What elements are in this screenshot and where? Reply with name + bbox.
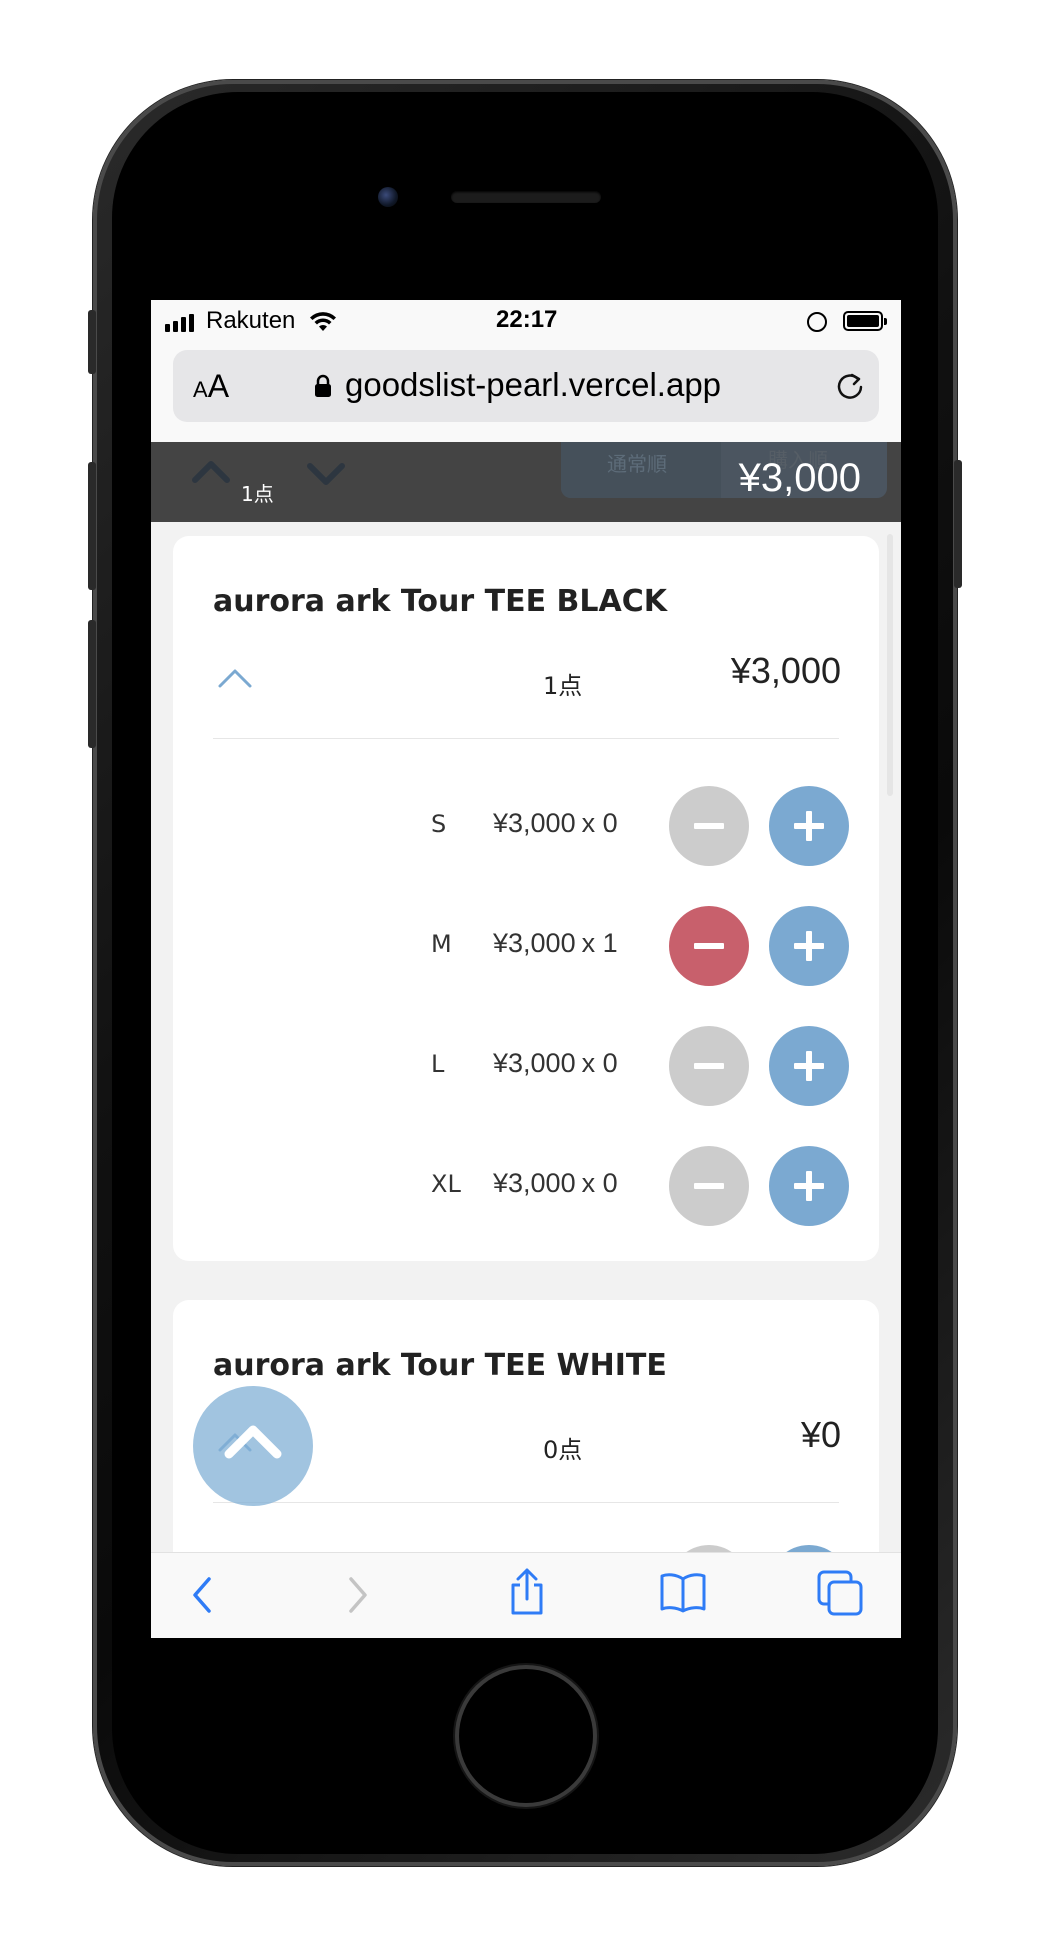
rotation-lock-icon — [807, 312, 827, 332]
product-name: aurora ark Tour TEE WHITE — [213, 1348, 667, 1383]
product-name: aurora ark Tour TEE BLACK — [213, 584, 667, 619]
home-button[interactable] — [459, 1669, 593, 1803]
minus-icon — [694, 943, 724, 949]
cart-summary-header: 1点 通常順 購入順 ¥3,000 — [151, 442, 901, 522]
variant-price: ¥3,000 x 0 — [493, 1168, 618, 1198]
chevron-up-icon[interactable] — [191, 456, 231, 486]
variant-size: L — [431, 1050, 445, 1078]
front-camera — [378, 187, 398, 207]
forward-icon[interactable] — [343, 1571, 373, 1619]
product-card: aurora ark Tour TEE BLACK 1点 ¥3,000 S ¥3… — [173, 536, 879, 1261]
url-text: goodslist-pearl.vercel.app — [345, 366, 722, 403]
address-bar[interactable]: AA goodslist-pearl.vercel.app — [173, 350, 879, 422]
scrollbar[interactable] — [887, 534, 893, 796]
phone-screen: Rakuten 22:17 AA goodslist-pearl.vercel.… — [151, 300, 901, 1638]
battery-icon — [843, 311, 887, 331]
earpiece-speaker — [451, 191, 601, 203]
decrement-button[interactable] — [669, 786, 749, 866]
reader-settings-button[interactable]: AA — [193, 368, 229, 405]
cellular-signal-icon — [165, 314, 194, 332]
variant-row-s: S ¥3,000 x 0 — [173, 786, 879, 866]
divider — [213, 738, 839, 739]
power-button — [954, 460, 962, 588]
minus-icon — [694, 1063, 724, 1069]
collapse-chevron-icon[interactable] — [217, 666, 253, 690]
share-icon[interactable] — [506, 1567, 548, 1617]
tabs-icon[interactable] — [816, 1569, 864, 1617]
minus-icon — [694, 823, 724, 829]
browser-toolbar — [151, 1552, 901, 1638]
browser-address-area: AA goodslist-pearl.vercel.app — [151, 344, 901, 442]
increment-button[interactable] — [769, 906, 849, 986]
sort-normal-label: 通常順 — [607, 452, 667, 476]
volume-up-button — [88, 462, 96, 590]
header-item-count: 1点 — [241, 482, 274, 506]
minus-icon — [694, 1183, 724, 1189]
variant-size: XL — [431, 1170, 461, 1198]
variant-price: ¥3,000 x 0 — [493, 808, 618, 838]
decrement-button[interactable] — [669, 1146, 749, 1226]
bookmarks-icon[interactable] — [659, 1571, 707, 1615]
volume-down-button — [88, 620, 96, 748]
clock: 22:17 — [496, 306, 558, 333]
product-count: 1点 — [543, 672, 583, 700]
variant-row-xl: XL ¥3,000 x 0 — [173, 1146, 879, 1226]
variant-size: M — [431, 930, 452, 958]
variant-price: ¥3,000 x 1 — [493, 928, 618, 958]
increment-button[interactable] — [769, 786, 849, 866]
status-bar: Rakuten 22:17 — [151, 300, 901, 344]
variant-price: ¥3,000 x 0 — [493, 1048, 618, 1078]
variant-row-m: M ¥3,000 x 1 — [173, 906, 879, 986]
product-price: ¥0 — [800, 1414, 841, 1455]
lock-icon — [315, 374, 331, 397]
scroll-to-top-button[interactable] — [193, 1386, 313, 1506]
increment-button[interactable] — [769, 1026, 849, 1106]
variant-size: S — [431, 810, 447, 838]
carrier-name: Rakuten — [206, 307, 296, 334]
back-icon[interactable] — [187, 1571, 217, 1619]
chevron-down-icon[interactable] — [306, 458, 346, 488]
decrement-button[interactable] — [669, 1026, 749, 1106]
chevron-up-icon — [224, 1425, 282, 1459]
reload-icon[interactable] — [833, 370, 867, 404]
header-total-price: ¥3,000 — [738, 456, 861, 500]
mute-switch — [88, 310, 96, 374]
product-price: ¥3,000 — [730, 650, 841, 691]
product-count: 0点 — [543, 1436, 583, 1464]
wifi-icon — [310, 312, 336, 331]
variant-row-l: L ¥3,000 x 0 — [173, 1026, 879, 1106]
increment-button[interactable] — [769, 1146, 849, 1226]
decrement-button[interactable] — [669, 906, 749, 986]
